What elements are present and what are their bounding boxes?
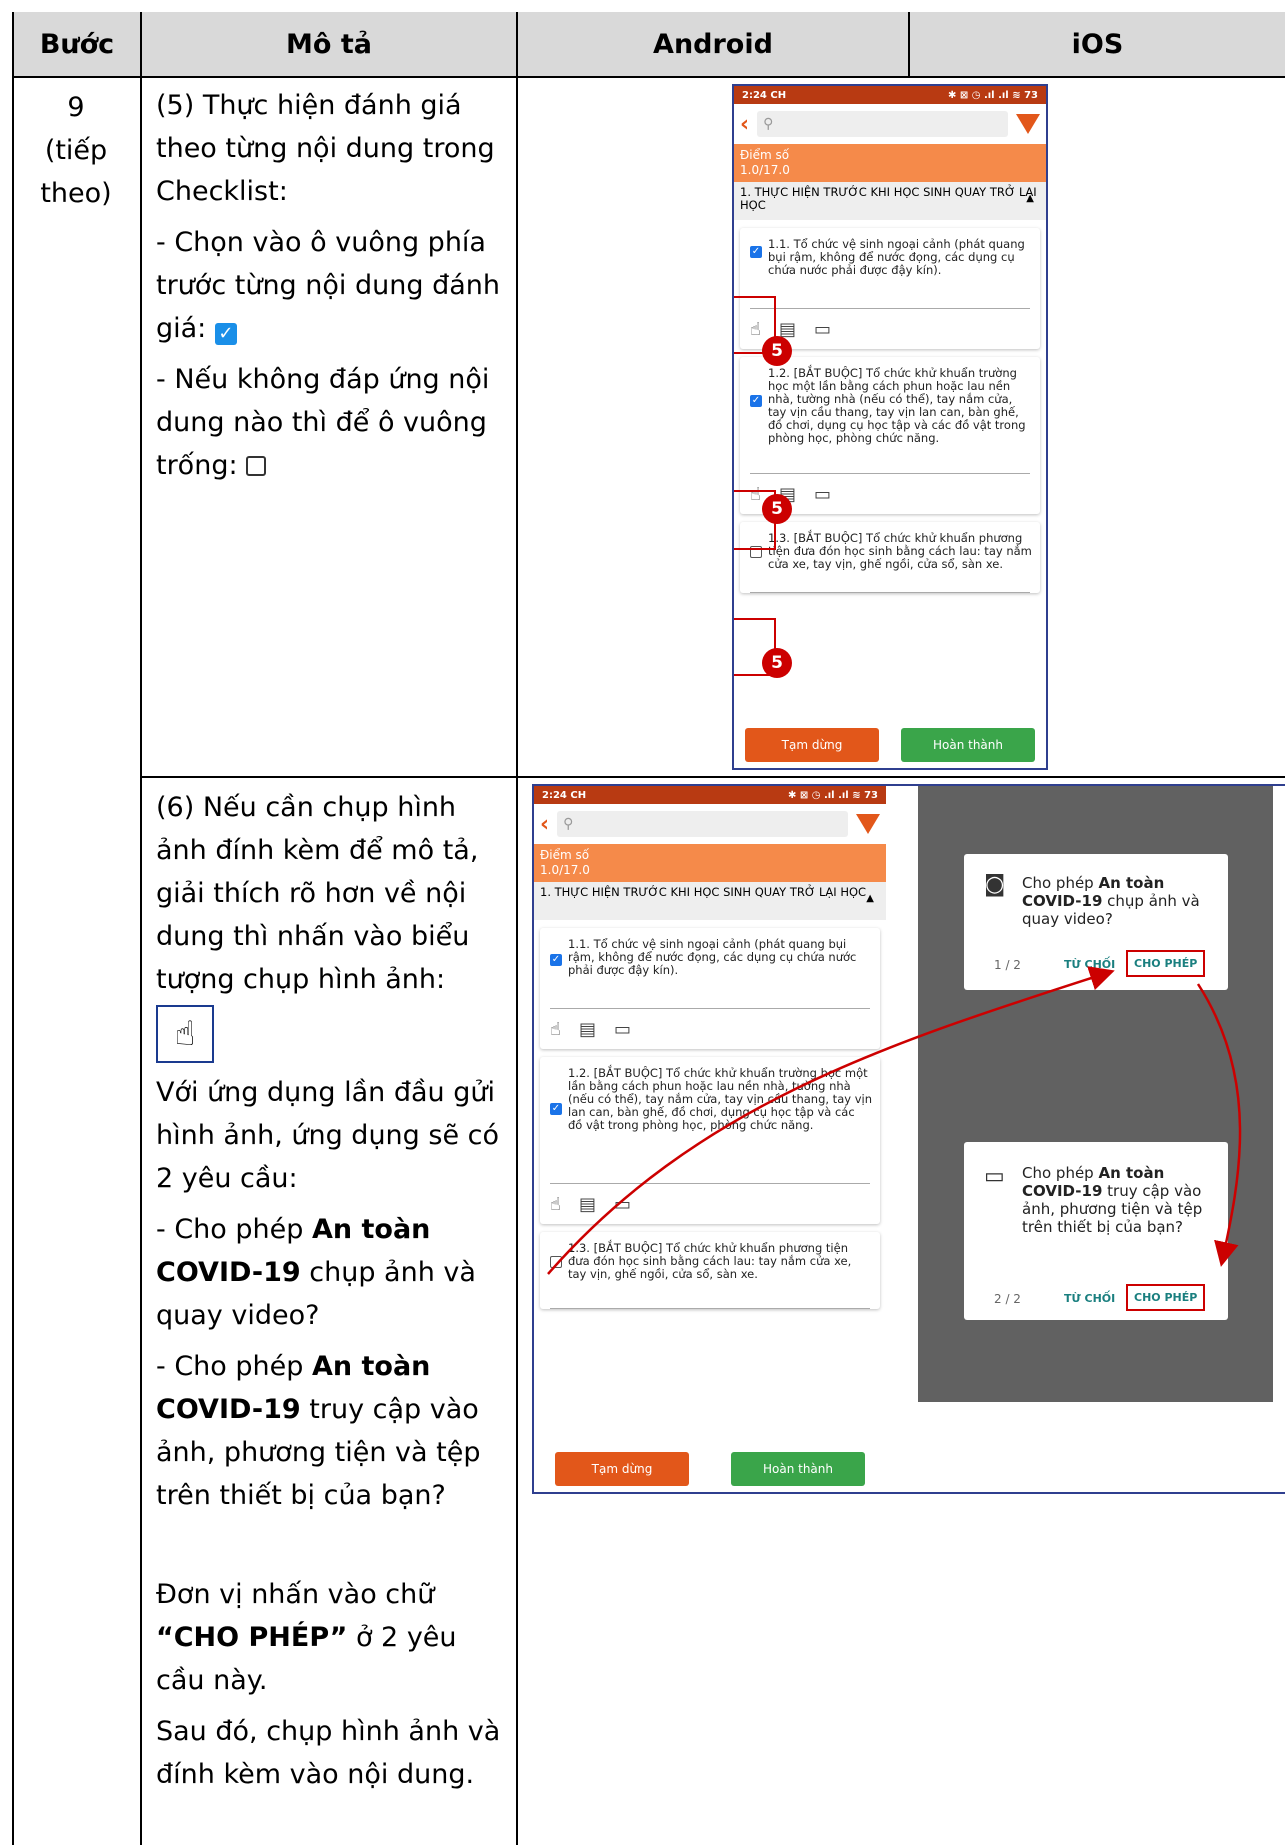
arrow-to-allow-2: [1196, 983, 1242, 1267]
arrow-to-allow-1: [547, 966, 1115, 1275]
annotation-arrows: [547, 966, 1242, 1275]
